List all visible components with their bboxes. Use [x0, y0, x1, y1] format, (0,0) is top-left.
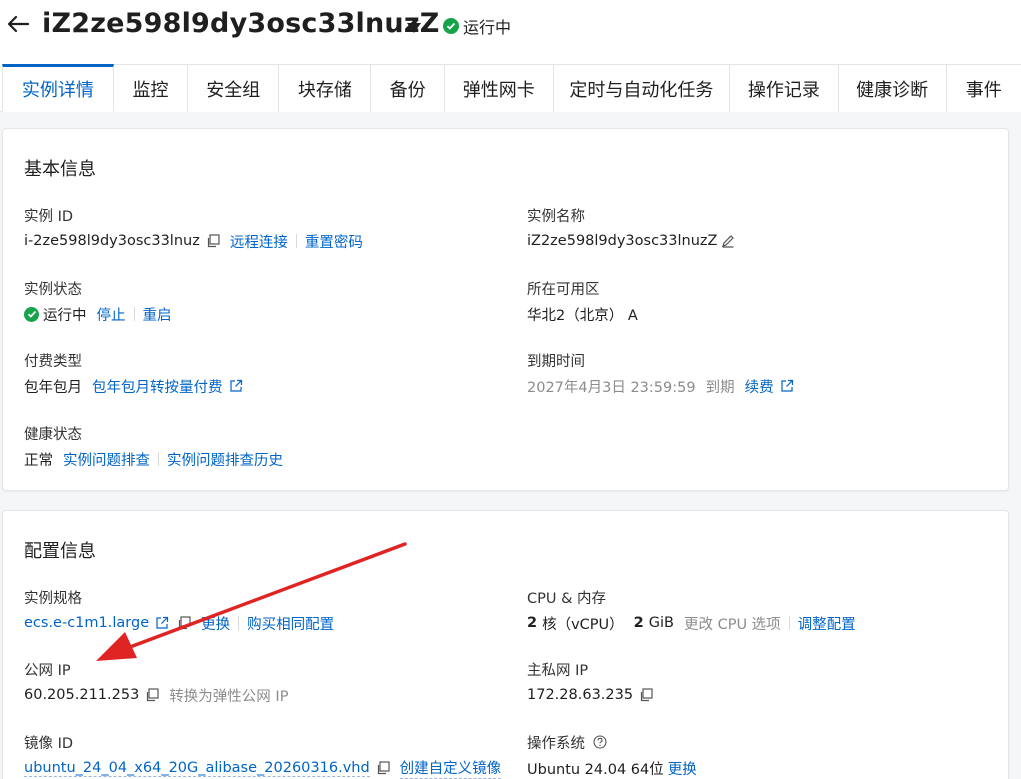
- edit-pencil-icon[interactable]: [721, 234, 735, 248]
- tab-eni[interactable]: 弹性网卡: [444, 64, 554, 112]
- tab-monitoring[interactable]: 监控: [113, 64, 189, 112]
- instance-name-value: iZ2ze598l9dy3osc33lnuzZ: [527, 233, 718, 249]
- basic-info-title: 基本信息: [24, 159, 96, 180]
- divider: [788, 616, 790, 630]
- expire-label: 到期时间: [527, 354, 585, 370]
- basic-info-card: 基本信息 实例 ID i-2ze598l9dy3osc33lnuz 远程连接 重…: [2, 128, 1009, 491]
- tab-scheduled-tasks[interactable]: 定时与自动化任务: [553, 64, 730, 112]
- divider: [238, 616, 240, 630]
- buy-same-link[interactable]: 购买相同配置: [247, 613, 334, 634]
- public-ip-field: 公网 IP 60.205.211.253 转换为弹性公网 IP: [24, 659, 288, 705]
- os-value: Ubuntu 24.04 64位: [527, 761, 664, 778]
- cpu-mem-field: CPU & 内存 2 核（vCPU） 2 GiB 更改 CPU 选项 调整配置: [527, 587, 856, 633]
- restart-link[interactable]: 重启: [143, 304, 172, 325]
- public-ip-value: 60.205.211.253: [24, 687, 140, 703]
- expire-suffix: 到期: [705, 379, 735, 396]
- billing-switch-link[interactable]: 包年包月转按量付费: [92, 376, 223, 397]
- tab-security-group[interactable]: 安全组: [188, 64, 280, 112]
- help-circle-icon[interactable]: [593, 735, 607, 749]
- change-spec-link[interactable]: 更换: [201, 613, 230, 634]
- tab-backup[interactable]: 备份: [371, 64, 445, 112]
- check-circle-icon: [24, 306, 39, 322]
- remote-connect-link[interactable]: 远程连接: [230, 231, 288, 252]
- change-os-link[interactable]: 更换: [668, 758, 697, 779]
- tab-bar: 实例详情 监控 安全组 块存储 备份 弹性网卡 定时与自动化任务 操作记录 健康…: [0, 64, 1021, 112]
- convert-eip-option: 转换为弹性公网 IP: [169, 688, 289, 705]
- chevron-down-icon[interactable]: [406, 19, 422, 33]
- page-header: iZ2ze598l9dy3osc33lnuzZ 运行中: [0, 0, 1021, 64]
- zone-label: 所在可用区: [527, 282, 600, 298]
- image-field: 镜像 ID ubuntu_24_04_x64_20G_alibase_20260…: [24, 732, 502, 779]
- spec-label: 实例规格: [24, 591, 82, 607]
- stop-link[interactable]: 停止: [97, 304, 126, 325]
- check-circle-icon: [443, 18, 459, 34]
- tab-instance-details[interactable]: 实例详情: [2, 64, 114, 112]
- troubleshoot-link[interactable]: 实例问题排查: [63, 449, 150, 470]
- image-link[interactable]: ubuntu_24_04_x64_20G_alibase_20260316.vh…: [24, 760, 370, 777]
- change-cpu-option: 更改 CPU 选项: [683, 616, 781, 633]
- spec-link[interactable]: ecs.e-c1m1.large: [24, 615, 149, 631]
- copy-icon[interactable]: [177, 616, 191, 630]
- status-text: 运行中: [463, 18, 512, 37]
- divider: [295, 234, 297, 248]
- copy-icon[interactable]: [206, 234, 220, 248]
- instance-state-field: 实例状态 运行中 停止 重启: [24, 278, 172, 324]
- image-label: 镜像 ID: [24, 736, 74, 752]
- instance-state-label: 实例状态: [24, 282, 82, 298]
- zone-field: 所在可用区 华北2（北京） A: [527, 278, 638, 324]
- external-link-icon[interactable]: [155, 616, 169, 630]
- mem-unit: GiB: [648, 615, 674, 631]
- back-arrow-icon[interactable]: [4, 10, 32, 38]
- tab-block-storage[interactable]: 块存储: [279, 64, 372, 112]
- cpu-unit: 核（vCPU）: [542, 616, 624, 633]
- billing-value: 包年包月: [24, 379, 82, 396]
- create-custom-image-link[interactable]: 创建自定义镜像: [399, 757, 502, 779]
- divider: [158, 452, 159, 466]
- cpu-mem-label: CPU & 内存: [527, 591, 607, 607]
- expire-field: 到期时间 2027年4月3日 23:59:59 到期 续费: [527, 350, 802, 396]
- private-ip-value: 172.28.63.235: [527, 687, 634, 703]
- config-info-title: 配置信息: [24, 541, 96, 562]
- zone-value: 华北2（北京） A: [527, 307, 638, 324]
- private-ip-label: 主私网 IP: [527, 663, 589, 679]
- tab-health-diagnosis[interactable]: 健康诊断: [838, 64, 947, 112]
- health-label: 健康状态: [24, 427, 82, 443]
- renew-link[interactable]: 续费: [745, 376, 774, 397]
- page-title: iZ2ze598l9dy3osc33lnuzZ: [42, 8, 440, 39]
- instance-name-label: 实例名称: [527, 209, 585, 225]
- tab-events[interactable]: 事件: [946, 64, 1021, 112]
- instance-id-value: i-2ze598l9dy3osc33lnuz: [24, 233, 200, 249]
- os-label: 操作系统: [527, 735, 585, 752]
- billing-field: 付费类型 包年包月 包年包月转按量付费: [24, 350, 251, 396]
- mem-size: 2: [633, 615, 644, 631]
- external-link-icon[interactable]: [229, 379, 243, 393]
- spec-field: 实例规格 ecs.e-c1m1.large 更换 购买相同配置: [24, 587, 334, 633]
- config-info-card: 配置信息 实例规格 ecs.e-c1m1.large 更换 购买相同配置 CPU…: [2, 510, 1009, 779]
- divider: [133, 307, 135, 321]
- private-ip-field: 主私网 IP 172.28.63.235: [527, 659, 661, 705]
- health-field: 健康状态 正常 实例问题排查 实例问题排查历史: [24, 423, 283, 469]
- copy-icon[interactable]: [376, 761, 390, 775]
- external-link-icon[interactable]: [780, 379, 794, 393]
- instance-name-field: 实例名称 iZ2ze598l9dy3osc33lnuzZ: [527, 205, 743, 251]
- cpu-count: 2: [527, 615, 538, 631]
- billing-label: 付费类型: [24, 354, 82, 370]
- tab-operation-log[interactable]: 操作记录: [730, 64, 839, 112]
- instance-id-label: 实例 ID: [24, 209, 74, 225]
- health-value: 正常: [24, 452, 53, 469]
- status-badge: 运行中: [443, 14, 511, 38]
- troubleshoot-history-link[interactable]: 实例问题排查历史: [167, 449, 283, 470]
- expire-time-value: 2027年4月3日 23:59:59: [527, 379, 696, 396]
- copy-icon[interactable]: [639, 688, 653, 702]
- instance-id-field: 实例 ID i-2ze598l9dy3osc33lnuz 远程连接 重置密码: [24, 205, 363, 251]
- adjust-config-link[interactable]: 调整配置: [798, 613, 856, 634]
- os-field: 操作系统 Ubuntu 24.04 64位 更换: [527, 732, 697, 778]
- reset-password-link[interactable]: 重置密码: [305, 231, 363, 252]
- copy-icon[interactable]: [145, 688, 159, 702]
- instance-state-value: 运行中: [43, 307, 87, 324]
- public-ip-label: 公网 IP: [24, 663, 71, 679]
